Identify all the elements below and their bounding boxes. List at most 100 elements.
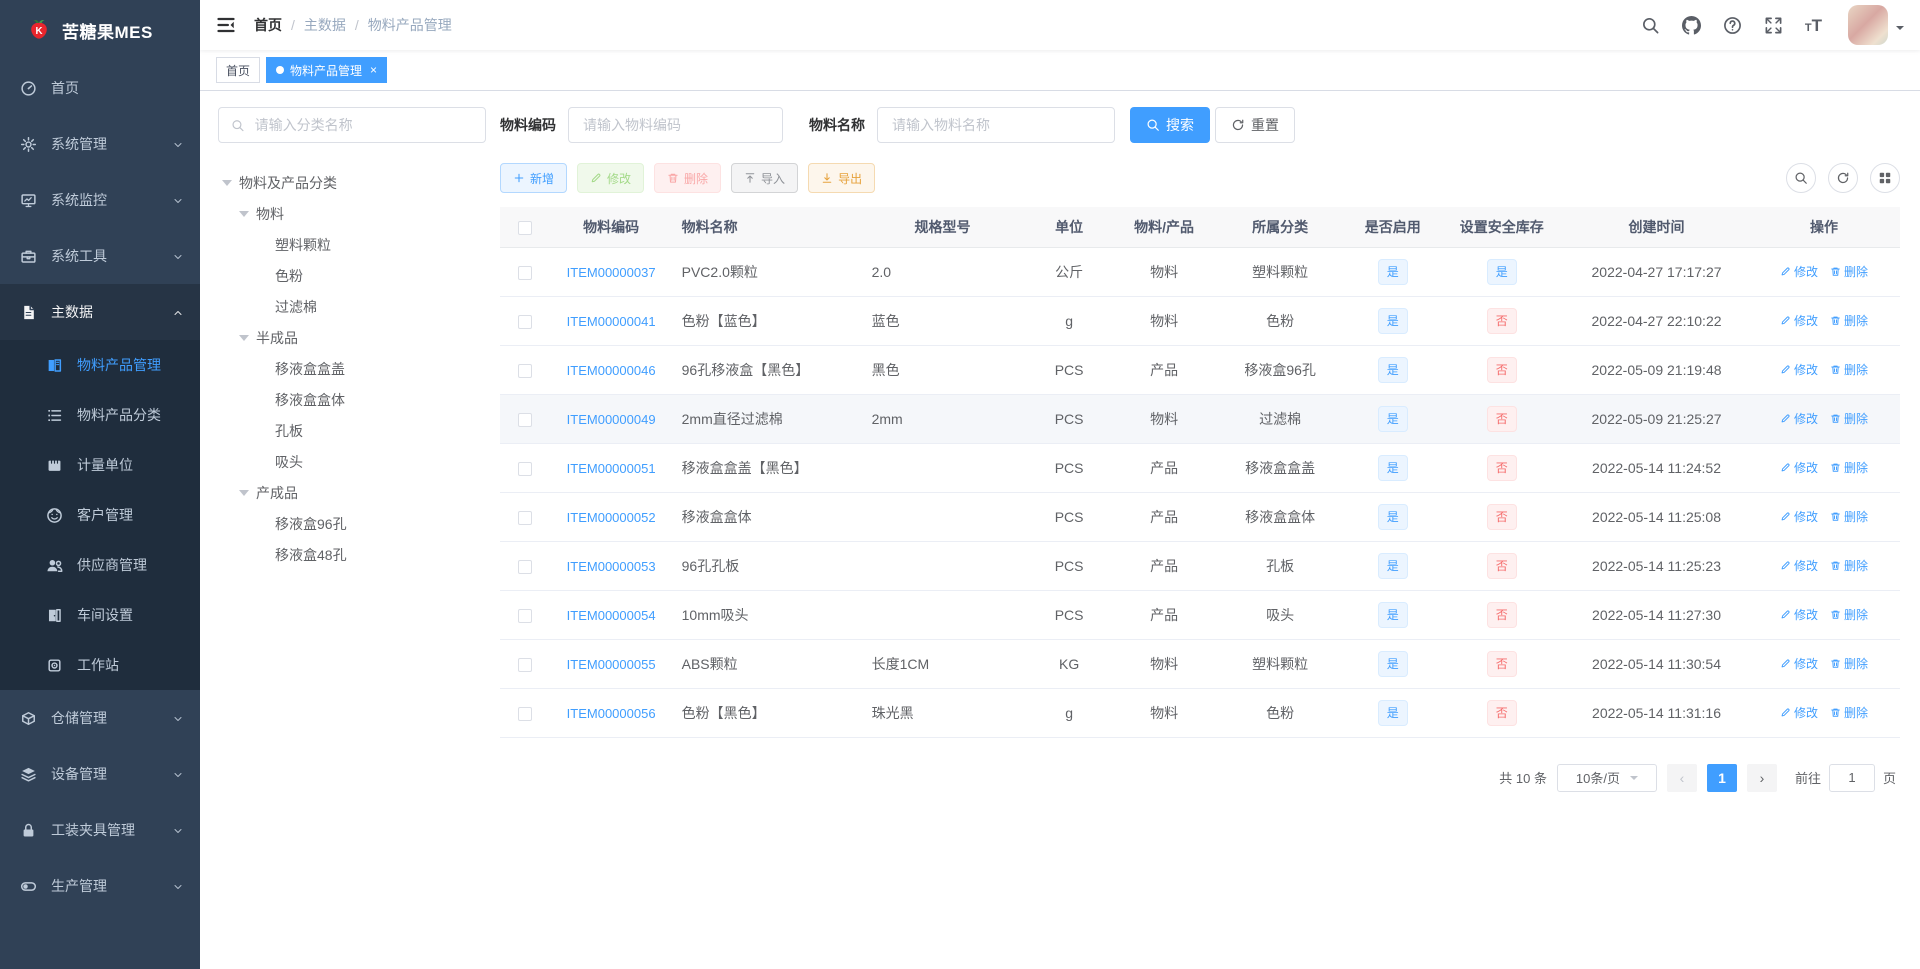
material-code-link[interactable]: ITEM00000049 — [567, 412, 656, 427]
breadcrumb-home[interactable]: 首页 — [254, 15, 282, 35]
sidebar-item-工作站[interactable]: 工作站 — [0, 640, 200, 690]
export-button[interactable]: 导出 — [808, 163, 876, 193]
material-code-link[interactable]: ITEM00000056 — [567, 706, 656, 721]
row-delete-link[interactable]: 删除 — [1830, 361, 1868, 378]
row-delete-link[interactable]: 删除 — [1830, 508, 1868, 525]
material-code-link[interactable]: ITEM00000037 — [567, 265, 656, 280]
delete-button[interactable]: 删除 — [654, 163, 722, 193]
row-delete-link[interactable]: 删除 — [1830, 263, 1868, 280]
breadcrumb-section[interactable]: 主数据 — [304, 15, 346, 35]
question-icon[interactable] — [1723, 16, 1742, 35]
row-delete-link[interactable]: 删除 — [1830, 704, 1868, 721]
sidebar-item-系统管理[interactable]: 系统管理 — [0, 116, 200, 172]
tree-search-input[interactable] — [252, 116, 473, 134]
row-checkbox[interactable] — [518, 314, 533, 329]
row-checkbox[interactable] — [518, 265, 533, 280]
row-checkbox[interactable] — [518, 510, 533, 525]
tree-node-产成品[interactable]: 产成品 — [218, 477, 486, 508]
material-name-input[interactable] — [877, 107, 1115, 143]
tree-node-移液盒48孔[interactable]: 移液盒48孔 — [218, 539, 486, 570]
tree-expand-caret-icon[interactable] — [222, 179, 232, 191]
tree-node-移液盒盒体[interactable]: 移液盒盒体 — [218, 384, 486, 415]
row-delete-link[interactable]: 删除 — [1830, 312, 1868, 329]
row-delete-link[interactable]: 删除 — [1830, 655, 1868, 672]
row-edit-link[interactable]: 修改 — [1780, 508, 1818, 525]
refresh-button[interactable] — [1828, 163, 1858, 193]
row-checkbox[interactable] — [518, 461, 533, 476]
material-code-link[interactable]: ITEM00000054 — [567, 608, 656, 623]
reset-button[interactable]: 重置 — [1215, 107, 1295, 143]
sidebar-item-系统工具[interactable]: 系统工具 — [0, 228, 200, 284]
goto-page-input[interactable] — [1828, 763, 1875, 792]
prev-page-button[interactable]: ‹ — [1666, 763, 1697, 792]
row-delete-link[interactable]: 删除 — [1830, 606, 1868, 623]
add-button[interactable]: 新增 — [500, 163, 568, 193]
tree-node-半成品[interactable]: 半成品 — [218, 322, 486, 353]
tree-node-物料[interactable]: 物料 — [218, 198, 486, 229]
material-code-link[interactable]: ITEM00000051 — [567, 461, 656, 476]
sidebar-item-仓储管理[interactable]: 仓储管理 — [0, 690, 200, 746]
columns-button[interactable] — [1870, 163, 1900, 193]
search-button[interactable]: 搜索 — [1130, 107, 1210, 143]
tree-node-过滤棉[interactable]: 过滤棉 — [218, 291, 486, 322]
select-all-checkbox[interactable] — [518, 220, 533, 235]
material-code-link[interactable]: ITEM00000052 — [567, 510, 656, 525]
sidebar-item-主数据[interactable]: 主数据 — [0, 284, 200, 340]
row-edit-link[interactable]: 修改 — [1780, 655, 1818, 672]
page-1-button[interactable]: 1 — [1706, 763, 1737, 792]
edit-button[interactable]: 修改 — [577, 163, 645, 193]
close-icon[interactable]: × — [370, 64, 377, 76]
tab-首页[interactable]: 首页 — [216, 57, 261, 83]
github-icon[interactable] — [1681, 15, 1701, 35]
sidebar-item-客户管理[interactable]: 客户管理 — [0, 490, 200, 540]
sidebar-item-生产管理[interactable]: 生产管理 — [0, 858, 200, 914]
page-size-select[interactable]: 10条/页 — [1556, 763, 1657, 792]
sidebar-item-物料产品管理[interactable]: 物料产品管理 — [0, 340, 200, 390]
row-edit-link[interactable]: 修改 — [1780, 704, 1818, 721]
search-icon[interactable] — [1641, 16, 1660, 35]
next-page-button[interactable]: › — [1746, 763, 1777, 792]
row-delete-link[interactable]: 删除 — [1830, 459, 1868, 476]
sidebar-item-车间设置[interactable]: 车间设置 — [0, 590, 200, 640]
row-checkbox[interactable] — [518, 363, 533, 378]
row-delete-link[interactable]: 删除 — [1830, 557, 1868, 574]
sidebar-item-物料产品分类[interactable]: 物料产品分类 — [0, 390, 200, 440]
tree-node-色粉[interactable]: 色粉 — [218, 260, 486, 291]
import-button[interactable]: 导入 — [731, 163, 799, 193]
tree-node-吸头[interactable]: 吸头 — [218, 446, 486, 477]
row-edit-link[interactable]: 修改 — [1780, 459, 1818, 476]
user-menu[interactable] — [1848, 5, 1904, 45]
sidebar-toggle-icon[interactable] — [216, 15, 236, 35]
tree-node-塑料颗粒[interactable]: 塑料颗粒 — [218, 229, 486, 260]
font-size-icon[interactable]: TT — [1805, 17, 1822, 34]
show-search-button[interactable] — [1786, 163, 1816, 193]
row-checkbox[interactable] — [518, 412, 533, 427]
row-checkbox[interactable] — [518, 559, 533, 574]
row-edit-link[interactable]: 修改 — [1780, 557, 1818, 574]
tree-expand-caret-icon[interactable] — [239, 210, 249, 222]
sidebar-item-计量单位[interactable]: 计量单位 — [0, 440, 200, 490]
material-code-link[interactable]: ITEM00000053 — [567, 559, 656, 574]
sidebar-item-设备管理[interactable]: 设备管理 — [0, 746, 200, 802]
row-delete-link[interactable]: 删除 — [1830, 410, 1868, 427]
tree-node-孔板[interactable]: 孔板 — [218, 415, 486, 446]
row-edit-link[interactable]: 修改 — [1780, 361, 1818, 378]
avatar[interactable] — [1848, 5, 1888, 45]
material-code-link[interactable]: ITEM00000041 — [567, 314, 656, 329]
row-checkbox[interactable] — [518, 706, 533, 721]
row-edit-link[interactable]: 修改 — [1780, 606, 1818, 623]
row-checkbox[interactable] — [518, 608, 533, 623]
tree-expand-caret-icon[interactable] — [239, 489, 249, 501]
row-checkbox[interactable] — [518, 657, 533, 672]
row-edit-link[interactable]: 修改 — [1780, 312, 1818, 329]
row-edit-link[interactable]: 修改 — [1780, 410, 1818, 427]
row-edit-link[interactable]: 修改 — [1780, 263, 1818, 280]
sidebar-item-首页[interactable]: 首页 — [0, 60, 200, 116]
material-code-link[interactable]: ITEM00000055 — [567, 657, 656, 672]
fullscreen-icon[interactable] — [1764, 16, 1783, 35]
sidebar-item-工装夹具管理[interactable]: 工装夹具管理 — [0, 802, 200, 858]
sidebar-item-系统监控[interactable]: 系统监控 — [0, 172, 200, 228]
material-code-link[interactable]: ITEM00000046 — [567, 363, 656, 378]
tab-物料产品管理[interactable]: 物料产品管理 × — [266, 57, 388, 83]
material-code-input[interactable] — [568, 107, 783, 143]
